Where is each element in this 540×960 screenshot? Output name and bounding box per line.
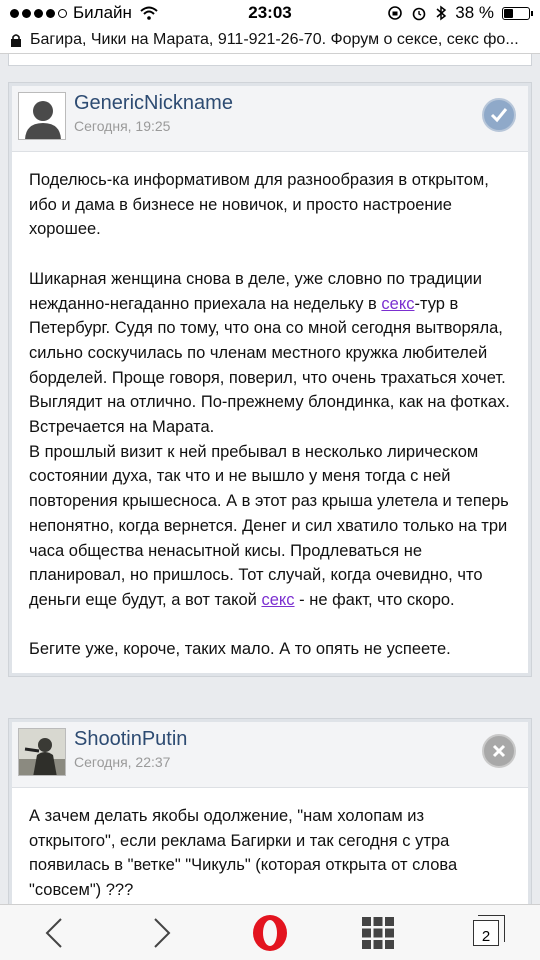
post-body: Поделюсь-ка информативом для разнообрази… [9, 152, 531, 676]
post-date: Сегодня, 19:25 [74, 118, 171, 134]
orientation-lock-icon [388, 6, 403, 20]
status-bar: Билайн 23:03 38 % [0, 0, 540, 26]
avatar[interactable] [18, 92, 66, 140]
page-title-url[interactable]: Багира, Чики на Марата, 911-921-26-70. Ф… [30, 31, 519, 49]
keyword-link[interactable]: секс [261, 591, 294, 609]
chevron-right-icon [154, 917, 171, 948]
wifi-icon [140, 6, 158, 20]
default-avatar-icon [19, 93, 65, 139]
post-paragraph: А зачем делать якобы одолжение, "нам хол… [29, 807, 458, 900]
check-icon[interactable] [482, 98, 516, 132]
post-paragraph: Бегите уже, короче, таких мало. А то опя… [29, 640, 451, 659]
signal-strength-icon [10, 8, 67, 18]
keyword-link[interactable]: секс [381, 295, 414, 313]
close-icon[interactable] [482, 734, 516, 768]
post-author[interactable]: ShootinPutin [74, 728, 187, 751]
lock-icon [11, 33, 21, 47]
battery-percent: 38 % [455, 3, 494, 22]
chevron-left-icon [45, 917, 62, 948]
post-header: GenericNickname Сегодня, 19:25 [12, 86, 528, 152]
post-header: ShootinPutin Сегодня, 22:37 [12, 722, 528, 788]
post-paragraph: Поделюсь-ка информативом для разнообрази… [29, 171, 489, 239]
bluetooth-icon [436, 5, 447, 21]
post-body: А зачем делать якобы одолжение, "нам хол… [9, 788, 531, 904]
tabs-count: 2 [473, 914, 505, 946]
post-date: Сегодня, 22:37 [74, 754, 171, 770]
post-paragraph: Выглядит на отлично. По-прежнему блондин… [29, 393, 510, 437]
page-content[interactable]: GenericNickname Сегодня, 19:25 Поделюсь-… [0, 54, 540, 904]
opera-menu-button[interactable] [245, 908, 295, 958]
post-author[interactable]: GenericNickname [74, 92, 233, 115]
browser-toolbar: 2 [0, 904, 540, 960]
grid-icon [362, 916, 394, 949]
speed-dial-button[interactable] [353, 908, 403, 958]
previous-post-fragment [8, 54, 532, 66]
alarm-icon [412, 7, 426, 21]
carrier-name: Билайн [73, 3, 132, 22]
battery-icon [502, 6, 533, 20]
user-photo-icon [19, 729, 65, 775]
back-button[interactable] [29, 908, 79, 958]
forward-button[interactable] [137, 908, 187, 958]
forum-post: GenericNickname Сегодня, 19:25 Поделюсь-… [8, 82, 532, 678]
post-paragraph: Шикарная женщина снова в деле, уже словн… [29, 269, 506, 387]
avatar[interactable] [18, 728, 66, 776]
post-paragraph: В прошлый визит к ней пребывал в несколь… [29, 442, 509, 609]
opera-logo-icon [253, 914, 287, 951]
forum-post: ShootinPutin Сегодня, 22:37 А зачем дела… [8, 718, 532, 904]
battery-level [504, 8, 514, 18]
address-bar[interactable]: Багира, Чики на Марата, 911-921-26-70. Ф… [0, 26, 540, 54]
tabs-button[interactable]: 2 [461, 908, 511, 958]
